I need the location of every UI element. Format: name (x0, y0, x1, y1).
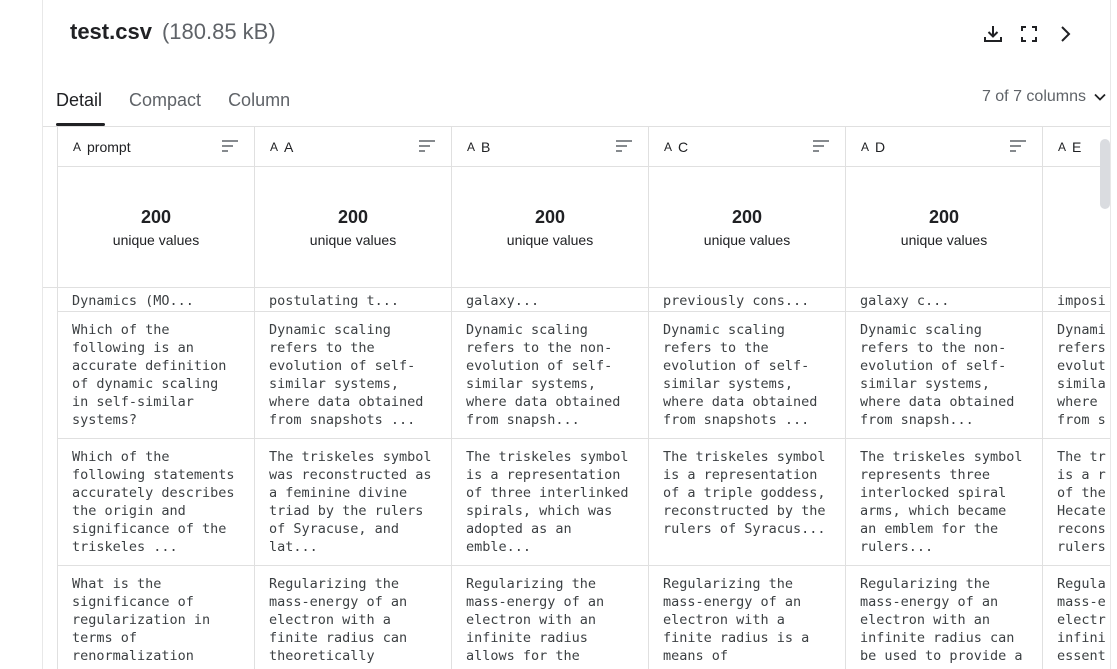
column-header-a[interactable]: AA (254, 127, 451, 167)
table-cell[interactable]: imposi (1042, 287, 1110, 311)
column-header-d[interactable]: AD (845, 127, 1042, 167)
vertical-scrollbar[interactable] (1100, 139, 1110, 209)
sort-icon[interactable] (812, 139, 830, 153)
unique-label: unique values (506, 232, 594, 248)
string-type-icon: A (1058, 139, 1067, 154)
tab-column[interactable]: Column (228, 86, 290, 126)
string-type-icon: A (664, 139, 673, 154)
file-preview-panel: test.csv (180.85 kB) Detail Compact Colu… (42, 0, 1111, 669)
string-type-icon: A (270, 139, 279, 154)
header-actions (981, 22, 1077, 46)
column-name: Aprompt (73, 138, 131, 155)
sort-icon[interactable] (1009, 139, 1027, 153)
table-cell[interactable]: Regularizing the mass-energy of an elect… (254, 566, 451, 669)
string-type-icon: A (467, 139, 476, 154)
table-cell[interactable]: galaxy c... (845, 287, 1042, 311)
table-cell[interactable]: galaxy... (451, 287, 648, 311)
unique-count: 200 (337, 207, 369, 227)
string-type-icon: A (861, 139, 870, 154)
tab-detail[interactable]: Detail (56, 86, 106, 126)
download-icon[interactable] (981, 22, 1005, 46)
column-name: AE (1058, 138, 1082, 155)
column-header-prompt[interactable]: Aprompt (57, 127, 254, 167)
sort-icon[interactable] (418, 139, 436, 153)
table-cell[interactable]: What is the significance of regularizati… (57, 566, 254, 669)
unique-count: 200 (731, 207, 763, 227)
fullscreen-icon[interactable] (1017, 22, 1041, 46)
unique-count: 200 (140, 207, 172, 227)
column-header-b[interactable]: AB (451, 127, 648, 167)
table-cell[interactable]: Dynamic scaling refers to the evolution … (254, 312, 451, 438)
table-cell[interactable]: Dynamic scaling refers to the non- evolu… (451, 312, 648, 438)
table-cell[interactable]: Dynami refers evolut simila where from s (1042, 312, 1110, 438)
unique-label: u (1043, 207, 1110, 223)
table-cell[interactable]: Which of the following statements accura… (57, 439, 254, 565)
table-cell[interactable]: Dynamic scaling refers to the evolution … (648, 312, 845, 438)
data-table: Aprompt AA AB AC AD AE 200 unique values… (43, 126, 1110, 669)
unique-label: unique values (112, 232, 200, 248)
file-size: (180.85 kB) (161, 19, 276, 44)
table-cell[interactable]: The triskeles symbol represents three in… (845, 439, 1042, 565)
unique-count: 200 (928, 207, 960, 227)
column-name: AA (270, 138, 294, 155)
column-name: AB (467, 138, 491, 155)
table-cell[interactable]: Regula mass-e electr infini essent (1042, 566, 1110, 669)
column-stats-c: 200 unique values (648, 167, 845, 287)
column-stats-prompt: 200 unique values (57, 167, 254, 287)
table-cell[interactable]: The triskeles symbol was reconstructed a… (254, 439, 451, 565)
sort-icon[interactable] (615, 139, 633, 153)
view-tabs: Detail Compact Column (56, 86, 317, 126)
column-stats-d: 200 unique values (845, 167, 1042, 287)
column-stats-b: 200 unique values (451, 167, 648, 287)
sort-icon[interactable] (221, 139, 239, 153)
string-type-icon: A (73, 139, 82, 154)
table-cell[interactable]: Dynamic scaling refers to the non- evolu… (845, 312, 1042, 438)
column-selector-label: 7 of 7 columns (981, 88, 1086, 105)
chevron-right-icon[interactable] (1053, 22, 1077, 46)
unique-label: unique values (309, 232, 397, 248)
table-cell[interactable]: postulating t... (254, 287, 451, 311)
column-selector[interactable]: 7 of 7 columns (982, 88, 1108, 106)
file-header: test.csv (180.85 kB) (70, 19, 276, 49)
tab-compact[interactable]: Compact (129, 86, 201, 126)
unique-count: 200 (534, 207, 566, 227)
table-cell[interactable]: Dynamics (MO... (57, 287, 254, 311)
table-cell[interactable]: previously cons... (648, 287, 845, 311)
column-name: AC (664, 138, 689, 155)
table-cell[interactable]: The triskeles symbol is a representation… (648, 439, 845, 565)
column-stats-a: 200 unique values (254, 167, 451, 287)
column-name: AD (861, 138, 886, 155)
table-cell[interactable]: The triskeles symbol is a representation… (451, 439, 648, 565)
table-cell[interactable]: Regularizing the mass-energy of an elect… (845, 566, 1042, 669)
column-header-c[interactable]: AC (648, 127, 845, 167)
table-cell[interactable]: Regularizing the mass-energy of an elect… (648, 566, 845, 669)
chevron-down-icon (1094, 93, 1106, 101)
table-cell[interactable]: The tr is a r of the Hecate recons ruler… (1042, 439, 1110, 565)
table-cell[interactable]: Which of the following is an accurate de… (57, 312, 254, 438)
unique-label: unique values (703, 232, 791, 248)
unique-label: unique values (900, 232, 988, 248)
file-name: test.csv (70, 19, 152, 44)
table-cell[interactable]: Regularizing the mass-energy of an elect… (451, 566, 648, 669)
